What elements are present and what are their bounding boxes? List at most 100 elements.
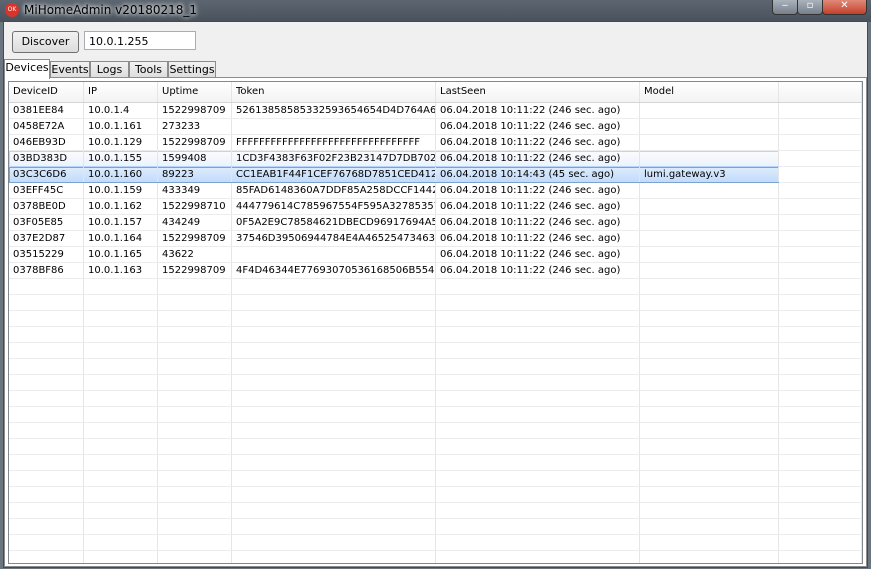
tab-settings[interactable]: Settings (168, 61, 216, 78)
maximize-button[interactable]: ▫ (797, 0, 823, 15)
empty-cell (779, 167, 862, 182)
cell-uptime: 1522998709 (158, 231, 232, 246)
empty-cell (158, 359, 232, 374)
empty-row (9, 503, 862, 519)
cell-token: 85FAD6148360A7DDF85A258DCCF14427 (232, 183, 436, 198)
cell-deviceid: 03F05E85 (9, 215, 84, 230)
app-icon: OK (5, 3, 19, 17)
empty-cell (232, 503, 436, 518)
empty-cell (779, 487, 862, 502)
empty-cell (779, 199, 862, 214)
empty-row (9, 439, 862, 455)
cell-ip: 10.0.1.159 (84, 183, 158, 198)
table-row[interactable]: 0381EE84 10.0.1.4 1522998709 52613858585332… (9, 103, 862, 119)
cell-token: 52613858585332593654654D4D764A67 (232, 103, 436, 118)
cell-uptime: 1522998709 (158, 135, 232, 150)
empty-cell (158, 423, 232, 438)
table-row[interactable]: 037E2D87 10.0.1.164 1522998709 37546D395069… (9, 231, 862, 247)
cell-deviceid: 046EB93D (9, 135, 84, 150)
empty-cell (84, 535, 158, 550)
cell-uptime: 433349 (158, 183, 232, 198)
table-row[interactable]: 0378BE0D 10.0.1.162 1522998710 444779614C78… (9, 199, 862, 215)
empty-cell (436, 407, 640, 422)
table-row[interactable]: 03F05E85 10.0.1.157 434249 0F5A2E9C78584621… (9, 215, 862, 231)
tab-tools[interactable]: Tools (129, 61, 168, 78)
cell-token: 1CD3F4383F63F02F23B23147D7DB7025 (232, 151, 436, 166)
column-header-lastseen[interactable]: LastSeen (436, 82, 640, 102)
column-header-deviceid[interactable]: DeviceID (9, 82, 84, 102)
empty-cell (9, 311, 84, 326)
table-row[interactable]: 03EFF45C 10.0.1.159 433349 85FAD6148360A7DD… (9, 183, 862, 199)
table-row[interactable]: 03BD383D 10.0.1.155 1599408 1CD3F4383F63F02… (9, 151, 862, 167)
empty-cell (640, 423, 779, 438)
broadcast-address-input[interactable]: 10.0.1.255 (84, 31, 196, 50)
close-button[interactable]: ✕ (822, 0, 867, 15)
table-row[interactable]: 0458E72A 10.0.1.161 273233 06.04.2018 10:11… (9, 119, 862, 135)
cell-uptime: 273233 (158, 119, 232, 134)
cell-uptime: 43622 (158, 247, 232, 262)
empty-cell (158, 407, 232, 422)
empty-cell (9, 279, 84, 294)
devices-list[interactable]: DeviceID IP Uptime Token LastSeen Model 0381E… (8, 81, 863, 564)
empty-cell (9, 391, 84, 406)
empty-cell (436, 359, 640, 374)
empty-cell (779, 215, 862, 230)
cell-ip: 10.0.1.165 (84, 247, 158, 262)
column-header-token[interactable]: Token (232, 82, 436, 102)
cell-lastseen: 06.04.2018 10:11:22 (246 sec. ago) (436, 199, 640, 214)
empty-cell (640, 519, 779, 534)
cell-lastseen: 06.04.2018 10:11:22 (246 sec. ago) (436, 215, 640, 230)
cell-model (640, 119, 779, 134)
empty-cell (779, 375, 862, 390)
empty-row (9, 535, 862, 551)
minimize-button[interactable]: ‒ (772, 0, 798, 15)
tab-devices[interactable]: Devices (4, 59, 50, 79)
empty-cell (158, 471, 232, 486)
empty-cell (779, 503, 862, 518)
empty-cell (84, 551, 158, 563)
empty-cell (436, 423, 640, 438)
cell-uptime: 89223 (158, 167, 232, 182)
cell-model (640, 263, 779, 278)
table-row[interactable]: 0378BF86 10.0.1.163 1522998709 4F4D46344E77… (9, 263, 862, 279)
empty-cell (232, 471, 436, 486)
empty-row (9, 487, 862, 503)
empty-cell (232, 439, 436, 454)
empty-row (9, 359, 862, 375)
empty-cell (232, 519, 436, 534)
empty-cell (640, 407, 779, 422)
table-row[interactable]: 03515229 10.0.1.165 43622 06.04.2018 10:11:… (9, 247, 862, 263)
table-row[interactable]: 03C3C6D6 10.0.1.160 89223 CC1EAB1F44F1CEF76… (9, 167, 862, 183)
empty-cell (779, 247, 862, 262)
table-row[interactable]: 046EB93D 10.0.1.129 1522998709 FFFFFFFFFFFF… (9, 135, 862, 151)
cell-ip: 10.0.1.161 (84, 119, 158, 134)
empty-cell (232, 407, 436, 422)
empty-cell (9, 439, 84, 454)
cell-lastseen: 06.04.2018 10:11:22 (246 sec. ago) (436, 119, 640, 134)
empty-cell (436, 375, 640, 390)
column-header-ip[interactable]: IP (84, 82, 158, 102)
column-header-uptime[interactable]: Uptime (158, 82, 232, 102)
list-header: DeviceID IP Uptime Token LastSeen Model (9, 82, 862, 103)
empty-cell (84, 471, 158, 486)
empty-cell (9, 327, 84, 342)
column-header-model[interactable]: Model (640, 82, 779, 102)
empty-cell (232, 279, 436, 294)
empty-cell (779, 183, 862, 198)
empty-cell (232, 311, 436, 326)
empty-cell (436, 343, 640, 358)
empty-cell (158, 487, 232, 502)
cell-model: lumi.gateway.v3 (640, 167, 779, 182)
cell-ip: 10.0.1.162 (84, 199, 158, 214)
cell-token: 37546D39506944784E4A465254734632 (232, 231, 436, 246)
discover-button[interactable]: Discover (12, 31, 79, 53)
tab-logs[interactable]: Logs (90, 61, 129, 78)
tab-events[interactable]: Events (50, 61, 90, 78)
cell-lastseen: 06.04.2018 10:14:43 (45 sec. ago) (436, 167, 640, 182)
empty-row (9, 551, 862, 563)
empty-cell (436, 279, 640, 294)
cell-deviceid: 0381EE84 (9, 103, 84, 118)
cell-token: 444779614C785967554F595A32785357 (232, 199, 436, 214)
cell-model (640, 247, 779, 262)
empty-cell (779, 535, 862, 550)
